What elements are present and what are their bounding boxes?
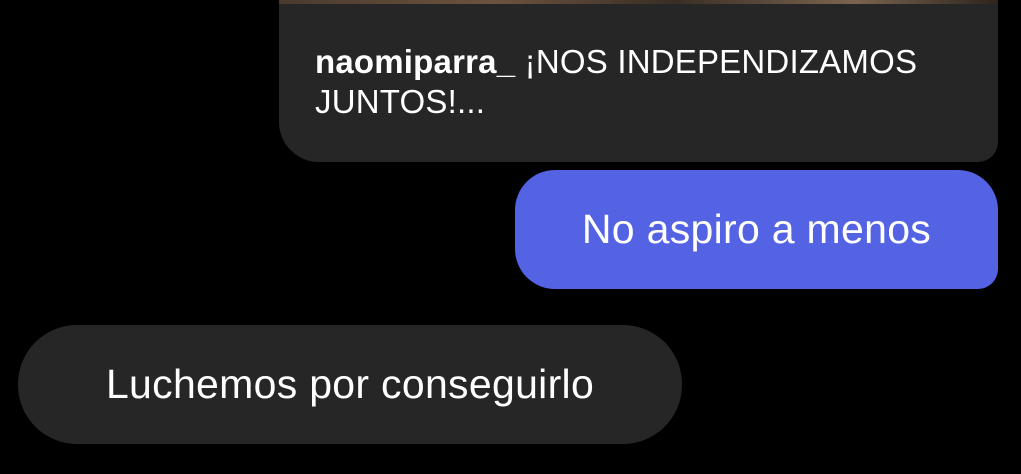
post-author[interactable]: naomiparra_ bbox=[315, 43, 515, 80]
post-thumbnail[interactable] bbox=[279, 0, 998, 4]
sent-message-bubble[interactable]: No aspiro a menos bbox=[515, 170, 998, 289]
received-message-text: Luchemos por conseguirlo bbox=[105, 361, 595, 407]
received-message-bubble[interactable]: Luchemos por conseguirlo bbox=[18, 325, 682, 444]
sent-message-text: No aspiro a menos bbox=[581, 206, 932, 252]
shared-post-card[interactable]: naomiparra_ ¡NOS INDEPENDIZAMOS JUNTOS!.… bbox=[279, 0, 998, 162]
post-caption: naomiparra_ ¡NOS INDEPENDIZAMOS JUNTOS!.… bbox=[315, 42, 935, 122]
